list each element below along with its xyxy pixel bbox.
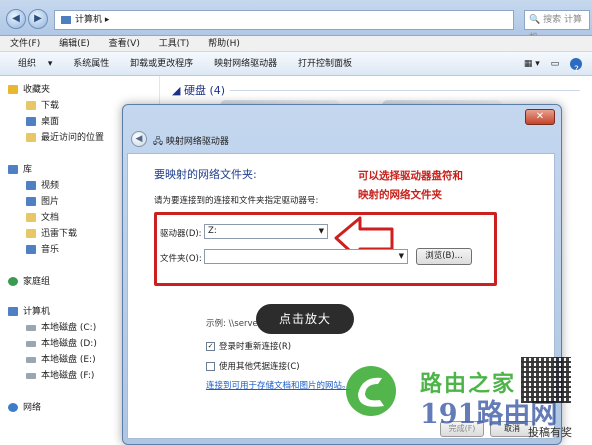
folder-path-input[interactable]: ▼ — [204, 249, 408, 264]
organize-button[interactable]: 组织 ▾ — [0, 52, 61, 76]
annotation-line-1: 可以选择驱动器盘符和 — [358, 170, 463, 182]
group-divider — [230, 90, 580, 91]
sidebar-library[interactable]: 库 — [8, 162, 32, 175]
checkbox-unchecked-icon — [206, 362, 215, 371]
menu-edit[interactable]: 编辑(E) — [49, 36, 96, 50]
sidebar-item-pictures[interactable]: 图片 — [26, 194, 59, 207]
drive-icon — [26, 372, 36, 379]
document-icon — [26, 213, 36, 222]
connect-website-link[interactable]: 连接到可用于存储文档和图片的网站。 — [206, 379, 351, 391]
drive-label: 驱动器(D): — [160, 229, 202, 239]
checkbox-checked-icon: ✓ — [206, 342, 215, 351]
computer-icon — [8, 307, 18, 316]
sidebar-item-thunder[interactable]: 迅雷下载 — [26, 226, 77, 239]
sidebar-item-downloads[interactable]: 下载 — [26, 98, 59, 111]
menu-tools[interactable]: 工具(T) — [149, 36, 196, 50]
recent-places-icon — [26, 133, 36, 142]
drive-icon — [26, 356, 36, 363]
dialog-subtext: 请为要连接到的连接和文件夹指定驱动器号: — [154, 196, 319, 206]
open-control-panel-button[interactable]: 打开控制面板 — [289, 52, 361, 76]
star-icon — [8, 85, 18, 94]
address-path: 计算机 — [75, 15, 103, 25]
browse-button[interactable]: 浏览(B)... — [416, 248, 472, 265]
folder-icon — [26, 101, 36, 110]
watermark-tagline: 投稿有奖 — [528, 426, 572, 439]
drive-icon — [26, 324, 36, 331]
close-icon[interactable]: ✕ — [525, 109, 555, 125]
watermark-logo-icon — [346, 366, 396, 416]
dialog-heading: 要映射的网络文件夹: — [154, 168, 257, 181]
command-toolbar: 组织 ▾ 系统属性 卸载或更改程序 映射网络驱动器 打开控制面板 ▦ ▾ ▭ ? — [0, 52, 592, 76]
sidebar-computer[interactable]: 计算机 — [8, 304, 50, 317]
forward-arrow-icon[interactable]: ▶ — [28, 9, 48, 29]
video-icon — [26, 181, 36, 190]
folder-label: 文件夹(O): — [160, 254, 202, 264]
system-properties-button[interactable]: 系统属性 — [64, 52, 118, 76]
dialog-title: 🖧 映射网络驱动器 — [153, 137, 229, 147]
music-icon — [26, 245, 36, 254]
search-input[interactable]: 🔍 搜索 计算机 — [524, 10, 590, 43]
menu-bar: 文件(F) 编辑(E) 查看(V) 工具(T) 帮助(H) — [0, 36, 592, 52]
library-icon — [8, 165, 18, 174]
reconnect-checkbox[interactable]: ✓ 登录时重新连接(R) — [206, 340, 291, 352]
back-arrow-icon[interactable]: ◀ — [6, 9, 26, 29]
sidebar-item-drive-d[interactable]: 本地磁盘 (D:) — [26, 336, 97, 349]
dropdown-arrow-icon: ▼ — [398, 252, 404, 260]
preview-pane-icon[interactable]: ▭ — [547, 52, 564, 76]
menu-file[interactable]: 文件(F) — [0, 36, 46, 50]
explorer-titlebar: ◀ ▶ 计算机 ▸ 🔍 搜索 计算机 — [0, 0, 592, 43]
sidebar-item-videos[interactable]: 视频 — [26, 178, 59, 191]
annotation-line-2: 映射的网络文件夹 — [358, 189, 442, 201]
desktop-icon — [26, 117, 36, 126]
other-credentials-checkbox[interactable]: 使用其他凭据连接(C) — [206, 360, 300, 372]
view-options-icon[interactable]: ▦ ▾ — [520, 52, 544, 76]
address-bar[interactable]: 计算机 ▸ — [54, 10, 514, 30]
sidebar-network[interactable]: 网络 — [8, 400, 41, 413]
back-arrow-icon[interactable]: ◀ — [131, 131, 147, 147]
hard-disk-group-header[interactable]: ◢ 硬盘 (4) — [172, 82, 225, 98]
help-icon[interactable]: ? — [566, 52, 586, 76]
drive-icon — [26, 340, 36, 347]
uninstall-program-button[interactable]: 卸载或更改程序 — [121, 52, 202, 76]
sidebar-item-recent[interactable]: 最近访问的位置 — [26, 130, 104, 143]
sidebar-item-drive-f[interactable]: 本地磁盘 (F:) — [26, 368, 94, 381]
menu-help[interactable]: 帮助(H) — [198, 36, 246, 50]
qr-code — [521, 357, 571, 403]
sidebar-favorites[interactable]: 收藏夹 — [8, 82, 50, 95]
dropdown-arrow-icon: ▼ — [318, 227, 324, 235]
toolbar-right-icons: ▦ ▾ ▭ ? — [520, 52, 586, 76]
sidebar-item-desktop[interactable]: 桌面 — [26, 114, 59, 127]
computer-icon — [61, 15, 71, 24]
network-icon — [8, 403, 18, 412]
sidebar-item-drive-e[interactable]: 本地磁盘 (E:) — [26, 352, 96, 365]
sidebar-homegroup[interactable]: 家庭组 — [8, 274, 50, 287]
map-network-drive-button[interactable]: 映射网络驱动器 — [205, 52, 286, 76]
menu-view[interactable]: 查看(V) — [99, 36, 146, 50]
zoom-tooltip[interactable]: 点击放大 — [256, 304, 354, 334]
homegroup-icon — [8, 277, 18, 286]
picture-icon — [26, 197, 36, 206]
sidebar-item-drive-c[interactable]: 本地磁盘 (C:) — [26, 320, 96, 333]
sidebar-item-music[interactable]: 音乐 — [26, 242, 59, 255]
sidebar-item-documents[interactable]: 文档 — [26, 210, 59, 223]
folder-icon — [26, 229, 36, 238]
drive-letter-select[interactable]: Z: ▼ — [204, 224, 328, 239]
